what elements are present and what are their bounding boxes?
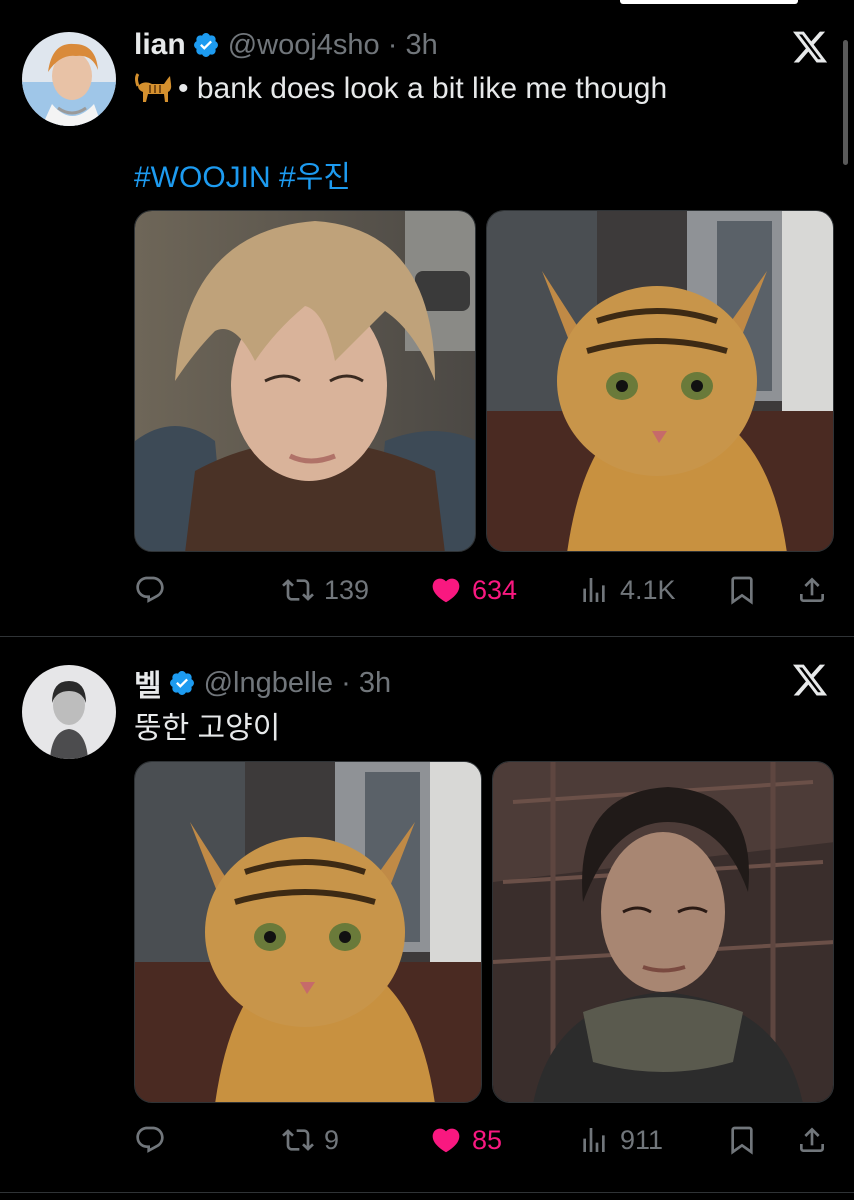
avatar[interactable] xyxy=(22,665,116,759)
share-icon xyxy=(800,577,824,602)
username-handle[interactable]: @lngbelle xyxy=(204,667,333,700)
timestamp[interactable]: 3h xyxy=(405,29,437,62)
bookmark-button[interactable] xyxy=(726,1120,768,1160)
repost-count: 9 xyxy=(324,1124,340,1155)
share-button[interactable] xyxy=(796,1120,838,1160)
like-count: 634 xyxy=(472,574,518,605)
reply-button[interactable] xyxy=(134,1120,176,1160)
verified-badge-icon xyxy=(192,31,220,59)
x-logo-icon xyxy=(790,28,830,66)
woojin-selfie-photo[interactable] xyxy=(134,210,476,552)
avatar[interactable] xyxy=(22,32,116,126)
verified-badge-icon xyxy=(168,669,196,697)
x-logo-icon xyxy=(790,661,830,699)
reply-icon xyxy=(136,576,164,603)
timestamp[interactable]: 3h xyxy=(359,667,391,700)
heart-filled-icon xyxy=(432,1128,460,1153)
repost-icon xyxy=(282,579,314,601)
dot-separator: · xyxy=(333,666,359,699)
repost-button[interactable]: 139 xyxy=(282,570,369,610)
reply-button[interactable] xyxy=(134,570,176,610)
bookmark-icon xyxy=(731,576,753,605)
bookmark-button[interactable] xyxy=(726,570,768,610)
tweet[interactable]: lian @wooj4sho · 3h • bank does look a b… xyxy=(0,0,854,636)
repost-count: 139 xyxy=(324,574,370,605)
like-count: 85 xyxy=(472,1124,503,1155)
repost-icon xyxy=(282,1129,314,1151)
tweet-actions: 9 85 911 xyxy=(134,1120,834,1160)
dot-separator: · xyxy=(379,28,406,61)
hashtags[interactable]: #WOOJIN #우진 xyxy=(134,152,351,196)
share-button[interactable] xyxy=(796,570,838,610)
tweet[interactable]: 벨 @lngbelle · 3h 뚱한 고양이 9 85 911 xyxy=(0,637,854,1192)
tweet-divider xyxy=(0,1192,854,1193)
display-name[interactable]: 벨 xyxy=(134,661,162,705)
repost-button[interactable]: 9 xyxy=(282,1120,339,1160)
views-count: 911 xyxy=(620,1124,664,1155)
cat-emoji-icon xyxy=(135,73,172,102)
display-name[interactable]: lian xyxy=(134,28,186,62)
reply-icon xyxy=(136,1126,164,1153)
bengal-cat-photo[interactable] xyxy=(486,210,834,552)
share-icon xyxy=(800,1127,824,1152)
views-chart-icon xyxy=(583,1128,605,1152)
bengal-cat-photo[interactable] xyxy=(134,761,482,1103)
like-button[interactable]: 634 xyxy=(430,570,517,610)
views-button[interactable]: 911 xyxy=(578,1120,663,1160)
views-count: 4.1K xyxy=(620,574,676,605)
heart-filled-icon xyxy=(432,578,460,603)
woojin-portrait-photo[interactable] xyxy=(492,761,834,1103)
tweet-actions: 139 634 4.1K xyxy=(134,570,834,610)
tweet-text: 뚱한 고양이 xyxy=(134,712,281,745)
views-button[interactable]: 4.1K xyxy=(578,570,676,610)
like-button[interactable]: 85 xyxy=(430,1120,502,1160)
username-handle[interactable]: @wooj4sho xyxy=(228,29,380,62)
tweet-text: • bank does look a bit like me though xyxy=(178,72,668,105)
bookmark-icon xyxy=(731,1126,753,1155)
views-chart-icon xyxy=(583,578,605,602)
